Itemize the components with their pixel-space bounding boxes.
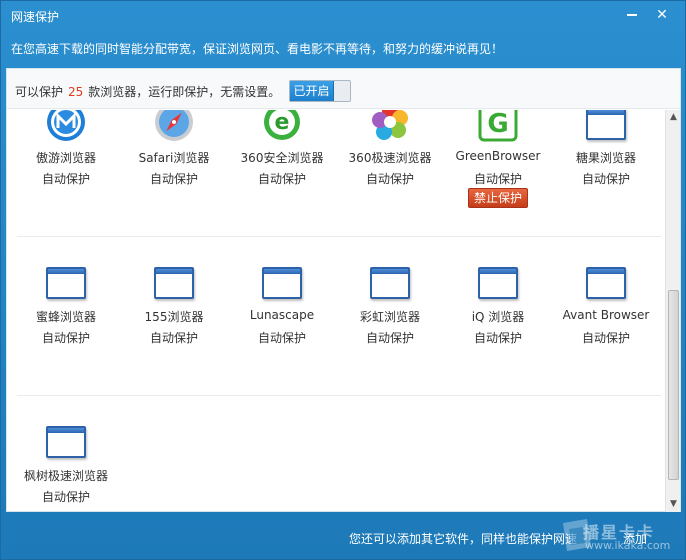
window-icon xyxy=(262,261,302,301)
safari-icon xyxy=(154,110,194,142)
window: 网速保护 ✕ 在您高速下载的同时智能分配带宽，保证浏览网页、看电影不再等待，和努… xyxy=(0,0,686,560)
360-secure-icon: e xyxy=(262,110,302,142)
info-prefix: 可以保护 xyxy=(15,85,64,99)
svg-text:e: e xyxy=(275,110,290,135)
browser-item-360-secure[interactable]: e 360安全浏览器 自动保护 xyxy=(228,110,336,222)
svg-text:G: G xyxy=(487,110,508,139)
toggle-on-label: 已开启 xyxy=(290,81,334,101)
close-button[interactable]: ✕ xyxy=(653,7,671,23)
greenbrowser-icon: G xyxy=(478,110,518,142)
browser-status: 自动保护 xyxy=(41,172,90,186)
footer-text: 您还可以添加其它软件，同样也能保护网速 xyxy=(349,532,578,546)
browser-name: 360极速浏览器 xyxy=(348,151,432,165)
banner-text: 在您高速下载的同时智能分配带宽，保证浏览网页、看电影不再等待，和努力的缓冲说再见… xyxy=(11,42,504,56)
add-software-link[interactable]: 添加 xyxy=(623,530,647,547)
browser-name: 彩虹浏览器 xyxy=(359,310,420,324)
browser-item-360-speed[interactable]: 360极速浏览器 自动保护 xyxy=(336,110,444,222)
browser-count: 25 xyxy=(68,85,84,99)
browser-item-candy[interactable]: 糖果浏览器 自动保护 xyxy=(552,110,660,222)
browser-status: 自动保护 xyxy=(149,172,198,186)
browser-name: 蜜蜂浏览器 xyxy=(35,310,96,324)
browser-status: 自动保护 xyxy=(365,331,414,345)
browser-name: 360安全浏览器 xyxy=(240,151,324,165)
window-title: 网速保护 xyxy=(11,10,60,24)
browser-item-bee[interactable]: 蜜蜂浏览器 自动保护 xyxy=(12,261,120,381)
browser-item-maple[interactable]: 枫树极速浏览器 自动保护 xyxy=(12,420,120,512)
scroll-down-icon[interactable]: ▼ xyxy=(669,500,678,509)
watermark: 播星卡卡 www.ikaka.com xyxy=(557,513,685,559)
info-suffix: 款浏览器，运行即保护，无需设置。 xyxy=(88,85,281,99)
360-speed-icon xyxy=(370,110,410,142)
vertical-scrollbar[interactable]: ▲ ▼ xyxy=(665,110,680,512)
window-icon xyxy=(586,261,626,301)
window-icon xyxy=(478,261,518,301)
browser-name: GreenBrowser xyxy=(455,149,541,163)
browser-status: 自动保护 xyxy=(473,172,522,186)
browser-item-rainbow[interactable]: 彩虹浏览器 自动保护 xyxy=(336,261,444,381)
footer: 您还可以添加其它软件，同样也能保护网速 播星卡卡 www.ikaka.com 添… xyxy=(1,513,685,559)
row-divider xyxy=(17,395,661,396)
title-bar[interactable]: 网速保护 ✕ xyxy=(1,1,685,31)
browser-name: 155浏览器 xyxy=(144,310,204,324)
browser-item-safari[interactable]: Safari浏览器 自动保护 xyxy=(120,110,228,222)
browser-grid: 傲游浏览器 自动保护 Safari浏览器 自动保护 e 360安全浏览器 自动保… xyxy=(7,110,665,512)
minimize-button[interactable] xyxy=(623,7,641,23)
browser-item-avant[interactable]: Avant Browser 自动保护 xyxy=(552,261,660,381)
stop-protection-button[interactable]: 禁止保护 xyxy=(468,188,528,208)
window-icon xyxy=(154,261,194,301)
scrollbar-thumb[interactable] xyxy=(668,290,679,480)
browser-name: Safari浏览器 xyxy=(138,151,210,165)
maxthon-icon xyxy=(46,110,86,142)
browser-item-iq[interactable]: iQ 浏览器 自动保护 xyxy=(444,261,552,381)
browser-status: 自动保护 xyxy=(581,331,630,345)
browser-status: 自动保护 xyxy=(473,331,522,345)
browser-item-maxthon[interactable]: 傲游浏览器 自动保护 xyxy=(12,110,120,222)
browser-panel: 可以保护 25 款浏览器，运行即保护，无需设置。 已开启 傲游浏览器 自动保护 Sa… xyxy=(6,68,681,512)
info-bar: 可以保护 25 款浏览器，运行即保护，无需设置。 已开启 xyxy=(7,69,680,109)
browser-name: Avant Browser xyxy=(562,308,650,322)
close-icon: ✕ xyxy=(656,7,668,23)
minimize-icon xyxy=(627,14,637,16)
browser-name: 糖果浏览器 xyxy=(575,151,636,165)
browser-name: iQ 浏览器 xyxy=(471,310,525,324)
info-text: 可以保护 25 款浏览器，运行即保护，无需设置。 xyxy=(15,83,280,100)
scroll-up-icon[interactable]: ▲ xyxy=(669,113,678,122)
browser-status: 自动保护 xyxy=(41,490,90,504)
browser-status: 自动保护 xyxy=(257,172,306,186)
browser-item-greenbrowser[interactable]: G GreenBrowser 自动保护 禁止保护 xyxy=(444,110,552,222)
browser-status: 自动保护 xyxy=(581,172,630,186)
browser-status: 自动保护 xyxy=(149,331,198,345)
protection-toggle[interactable]: 已开启 xyxy=(289,80,351,102)
window-icon xyxy=(370,261,410,301)
browser-name: 枫树极速浏览器 xyxy=(23,469,108,483)
browser-item-155[interactable]: 155浏览器 自动保护 xyxy=(120,261,228,381)
browser-status: 自动保护 xyxy=(257,331,306,345)
window-icon xyxy=(46,420,86,460)
window-icon xyxy=(586,110,626,142)
browser-status: 自动保护 xyxy=(41,331,90,345)
browser-item-lunascape[interactable]: Lunascape 自动保护 xyxy=(228,261,336,381)
window-icon xyxy=(46,261,86,301)
browser-status: 自动保护 xyxy=(365,172,414,186)
browser-name: 傲游浏览器 xyxy=(35,151,96,165)
browser-name: Lunascape xyxy=(249,308,315,322)
row-divider xyxy=(17,236,661,237)
